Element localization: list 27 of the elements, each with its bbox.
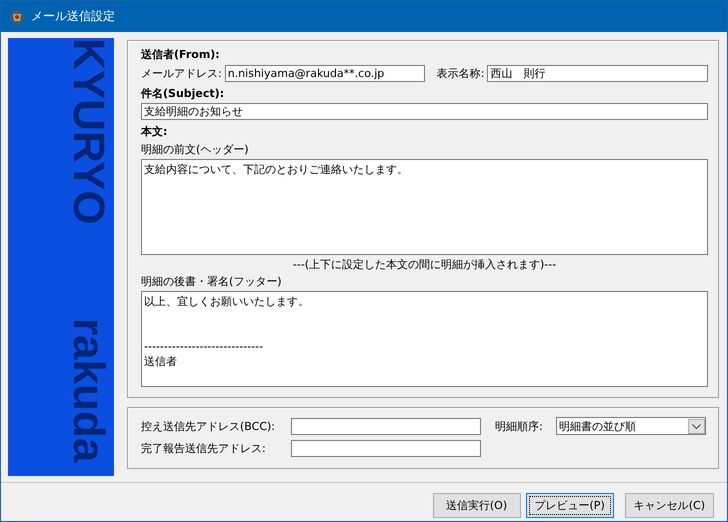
- dropdown[interactable]: 明細書の並び順: [556, 417, 706, 435]
- field-label: 完了報告送信先アドレス:: [141, 441, 267, 456]
- section-heading: 送信者(From):: [141, 47, 221, 62]
- window-title: メール送信設定: [31, 8, 115, 25]
- section-heading: 本文:: [141, 124, 168, 139]
- note-text: ---(上下に設定した本文の間に明細が挿入されます)---: [292, 257, 558, 272]
- dialog-button[interactable]: プレビュー(P): [526, 493, 614, 518]
- banner-text: KYURYO: [66, 38, 110, 225]
- section-heading: 件名(Subject):: [141, 86, 226, 101]
- input-field[interactable]: [291, 418, 481, 434]
- banner-text: rakuda: [66, 318, 110, 462]
- input-field[interactable]: 西山 則行: [487, 65, 708, 82]
- text-area[interactable]: 支給内容について、下記のとおりご連絡いたします。: [141, 159, 708, 255]
- field-label: 明細の前文(ヘッダー): [141, 142, 250, 157]
- field-label: 控え送信先アドレス(BCC):: [141, 418, 276, 434]
- dialog-button[interactable]: 送信実行(O): [432, 493, 521, 518]
- field-label: 表示名称:: [436, 66, 484, 81]
- input-field[interactable]: 支給明細のお知らせ: [141, 103, 708, 120]
- input-field[interactable]: [291, 440, 481, 457]
- dialog-button[interactable]: キャンセル(C): [624, 493, 714, 518]
- app-icon: [9, 8, 25, 24]
- field-label: メールアドレス:: [141, 66, 222, 81]
- chevron-down-icon: [688, 418, 705, 434]
- input-field[interactable]: n.nishiyama@rakuda**.co.jp: [224, 65, 425, 82]
- field-label: 明細順序:: [494, 418, 544, 434]
- field-label: 明細の後書・署名(フッター): [141, 274, 283, 289]
- text-area[interactable]: 以上、宜しくお願いいたします。 ------------------------------ 送信者: [141, 291, 708, 387]
